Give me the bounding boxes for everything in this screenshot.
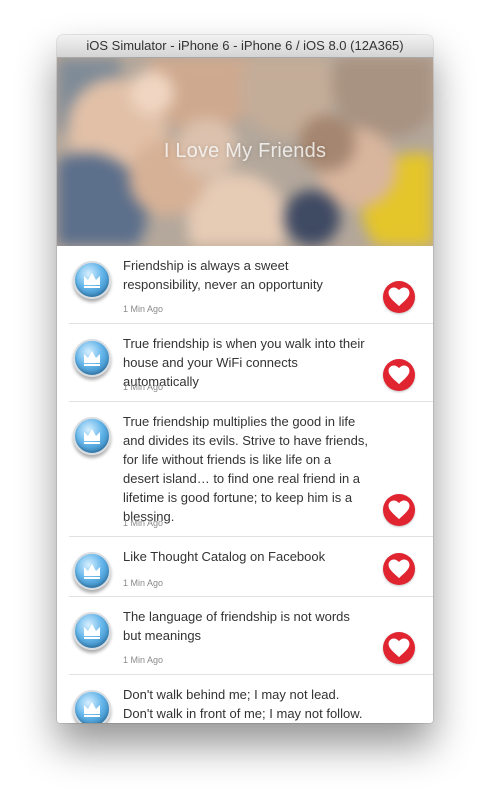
quote-timestamp: 1 Min Ago [123,578,164,588]
list-item[interactable]: Don't walk behind me; I may not lead. Do… [69,675,433,723]
avatar [73,612,111,650]
quote-timestamp: 1 Min Ago [123,304,164,314]
app-screen: I Love My Friends Friendship is always a… [57,58,433,723]
avatar [73,339,111,377]
quote-text: Like Thought Catalog on Facebook [123,549,326,564]
heart-icon [388,365,410,385]
heart-icon [388,287,410,307]
header-image: I Love My Friends [57,58,433,246]
like-button[interactable] [383,632,415,664]
crown-icon [84,624,100,639]
list-item[interactable]: The language of friendship is not words … [69,597,433,675]
quote-text: True friendship multiplies the good in l… [123,414,368,524]
list-item[interactable]: True friendship multiplies the good in l… [69,402,433,537]
quote-list[interactable]: Friendship is always a sweet responsibil… [57,246,433,723]
desktop-background: iOS Simulator - iPhone 6 - iPhone 6 / iO… [0,0,489,803]
list-item[interactable]: True friendship is when you walk into th… [69,324,433,402]
quote-text: Friendship is always a sweet responsibil… [123,258,323,292]
crown-icon [84,351,100,366]
like-button[interactable] [383,553,415,585]
crown-icon [84,702,100,717]
list-item[interactable]: Friendship is always a sweet responsibil… [69,246,433,324]
like-button[interactable] [383,359,415,391]
heart-icon [388,500,410,520]
quote-timestamp: 1 Min Ago [123,382,164,392]
crown-icon [84,429,100,444]
quote-timestamp: 1 Min Ago [123,518,164,528]
window-titlebar[interactable]: iOS Simulator - iPhone 6 - iPhone 6 / iO… [57,35,433,58]
avatar [73,552,111,590]
quote-text: Don't walk behind me; I may not lead. Do… [123,687,363,721]
crown-icon [84,564,100,579]
quote-timestamp: 1 Min Ago [123,655,164,665]
heart-icon [388,638,410,658]
quote-text: The language of friendship is not words … [123,609,350,643]
heart-icon [388,559,410,579]
crown-icon [84,273,100,288]
avatar [73,690,111,723]
page-title: I Love My Friends [163,140,327,162]
list-item[interactable]: Like Thought Catalog on Facebook 1 Min A… [69,537,433,597]
avatar [73,261,111,299]
simulator-window: iOS Simulator - iPhone 6 - iPhone 6 / iO… [57,35,433,723]
like-button[interactable] [383,281,415,313]
like-button[interactable] [383,494,415,526]
avatar [73,417,111,455]
